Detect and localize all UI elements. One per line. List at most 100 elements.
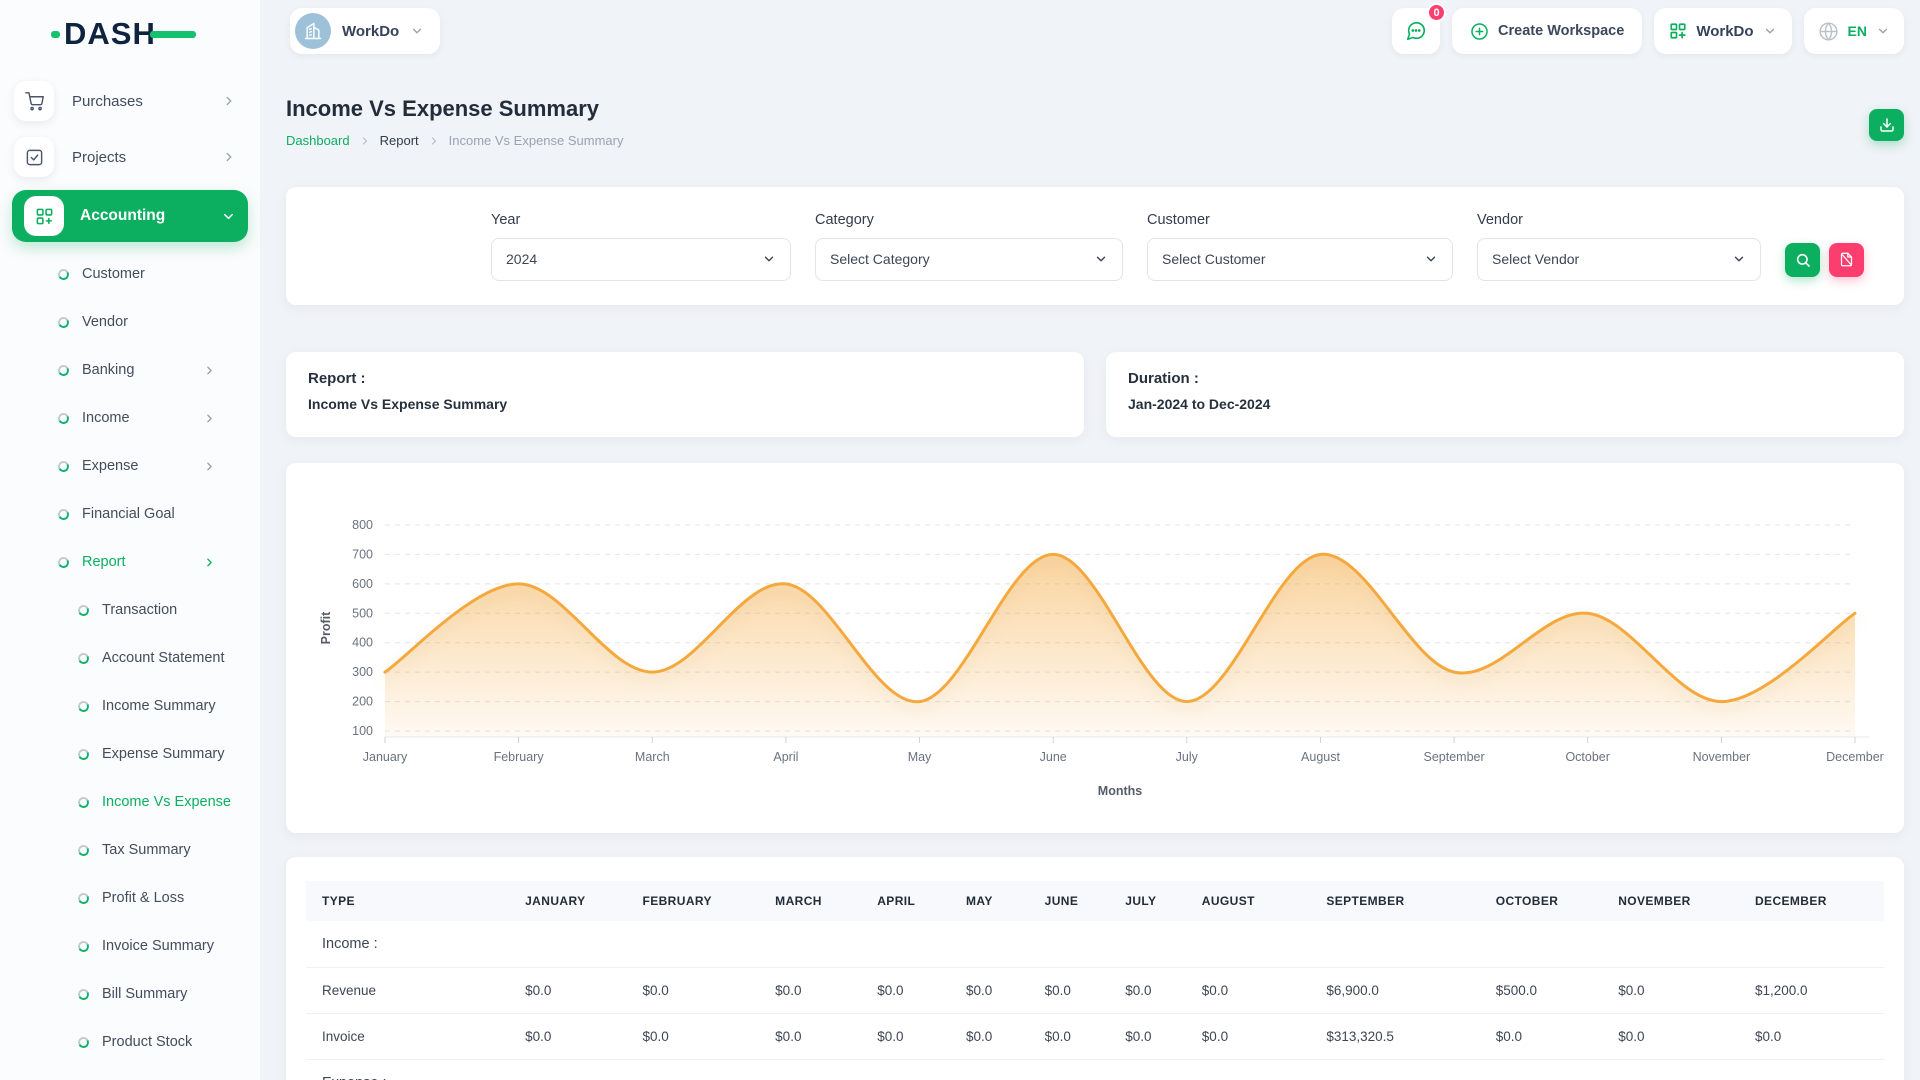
sidebar-item-label: Accounting — [80, 207, 165, 225]
bullet-icon — [57, 507, 71, 521]
sidebar-subitem-bill-summary[interactable]: Bill Summary — [14, 970, 246, 1018]
sidebar-subitem-vendor[interactable]: Vendor — [14, 298, 246, 346]
account-menu-label: WorkDo — [1696, 23, 1753, 40]
duration-summary-card: Duration : Jan-2024 to Dec-2024 — [1106, 352, 1904, 437]
category-label: Category — [815, 212, 1123, 228]
logo-dash — [150, 31, 196, 38]
bullet-icon — [77, 603, 91, 617]
sidebar-subitem-expense[interactable]: Expense — [14, 442, 246, 490]
vendor-value: Select Vendor — [1492, 251, 1579, 267]
chevron-down-icon — [410, 24, 424, 38]
chevron-right-icon — [428, 135, 440, 147]
svg-text:September: September — [1424, 750, 1485, 764]
sidebar-subitem-product-stock[interactable]: Product Stock — [14, 1018, 246, 1066]
main-content: Income Vs Expense Summary Dashboard Repo… — [260, 62, 1920, 1080]
svg-text:700: 700 — [352, 547, 373, 561]
topbar: WorkDo 0 Create Workspace WorkDo EN — [260, 0, 1920, 62]
svg-text:Months: Months — [1098, 784, 1142, 798]
sidebar-subitem-transaction[interactable]: Transaction — [14, 586, 246, 634]
table-row-revenue: Revenue$0.0$0.0$0.0$0.0$0.0$0.0$0.0$0.0$… — [306, 968, 1884, 1014]
bullet-icon — [77, 795, 91, 809]
breadcrumb-report[interactable]: Report — [380, 133, 419, 148]
notifications-button[interactable]: 0 — [1392, 8, 1440, 54]
column-header-type: TYPE — [306, 881, 509, 921]
breadcrumb-dashboard[interactable]: Dashboard — [286, 133, 350, 148]
sidebar-subitem-financial-goal[interactable]: Financial Goal — [14, 490, 246, 538]
workspace-name: WorkDo — [342, 23, 399, 40]
vendor-label: Vendor — [1477, 212, 1761, 228]
workspace-avatar — [295, 13, 331, 49]
sidebar-item-label: Purchases — [72, 93, 143, 110]
svg-text:100: 100 — [352, 724, 373, 738]
workspace-switcher[interactable]: WorkDo — [290, 8, 440, 54]
chevron-down-icon — [1424, 252, 1438, 266]
filter-vendor: Vendor Select Vendor — [1477, 212, 1761, 281]
bullet-icon — [77, 939, 91, 953]
language-selector[interactable]: EN — [1804, 8, 1904, 54]
sidebar-subitem-cash-flow[interactable]: Cash Flow — [14, 1066, 246, 1080]
bullet-icon — [77, 843, 91, 857]
sidebar-subitem-income[interactable]: Income — [14, 394, 246, 442]
sidebar-subitem-tax-summary[interactable]: Tax Summary — [14, 826, 246, 874]
svg-text:October: October — [1565, 750, 1609, 764]
customer-value: Select Customer — [1162, 251, 1265, 267]
notification-badge: 0 — [1427, 3, 1446, 22]
download-icon — [1879, 117, 1895, 133]
sidebar-subitem-invoice-summary[interactable]: Invoice Summary — [14, 922, 246, 970]
vendor-select[interactable]: Select Vendor — [1477, 238, 1761, 281]
column-header-january: JANUARY — [509, 881, 626, 921]
chevron-right-icon — [222, 150, 236, 164]
sidebar-subitem-profit-loss[interactable]: Profit & Loss — [14, 874, 246, 922]
bullet-icon — [77, 699, 91, 713]
sidebar-subitem-customer[interactable]: Customer — [14, 250, 246, 298]
table-header-row: TYPEJANUARYFEBRUARYMARCHAPRILMAYJUNEJULY… — [306, 881, 1884, 921]
chevron-down-icon — [221, 209, 236, 224]
summary-cards: Report : Income Vs Expense Summary Durat… — [286, 352, 1904, 437]
bullet-icon — [77, 1035, 91, 1049]
svg-text:800: 800 — [352, 518, 373, 532]
table-row-invoice: Invoice$0.0$0.0$0.0$0.0$0.0$0.0$0.0$0.0$… — [306, 1014, 1884, 1060]
globe-icon — [1818, 21, 1839, 42]
filter-customer: Customer Select Customer — [1147, 212, 1453, 281]
column-header-october: OCTOBER — [1480, 881, 1602, 921]
sidebar-item-projects[interactable]: Projects — [14, 134, 246, 180]
sidebar-item-label: Projects — [72, 149, 126, 166]
sidebar-item-purchases[interactable]: Purchases — [14, 78, 246, 124]
apply-filter-button[interactable] — [1785, 243, 1820, 277]
sidebar-subitem-banking[interactable]: Banking — [14, 346, 246, 394]
download-button[interactable] — [1869, 109, 1904, 141]
year-select[interactable]: 2024 — [491, 238, 791, 281]
column-header-may: MAY — [950, 881, 1029, 921]
sidebar-subitem-income-summary[interactable]: Income Summary — [14, 682, 246, 730]
category-select[interactable]: Select Category — [815, 238, 1123, 281]
chevron-right-icon — [222, 94, 236, 108]
sidebar-subitem-report[interactable]: Report — [14, 538, 246, 586]
report-card-value: Income Vs Expense Summary — [308, 396, 1062, 412]
chat-bubble-icon — [1405, 20, 1427, 42]
filter-actions — [1785, 211, 1864, 281]
reset-filter-button[interactable] — [1829, 243, 1864, 277]
sidebar-subitem-account-statement[interactable]: Account Statement — [14, 634, 246, 682]
column-header-march: MARCH — [759, 881, 861, 921]
bullet-icon — [77, 651, 91, 665]
app-logo[interactable]: DASH — [64, 16, 156, 52]
search-icon — [1795, 252, 1811, 268]
column-header-june: JUNE — [1029, 881, 1110, 921]
customer-select[interactable]: Select Customer — [1147, 238, 1453, 281]
accounting-grid-icon — [24, 196, 64, 236]
column-header-august: AUGUST — [1186, 881, 1311, 921]
svg-text:May: May — [908, 750, 932, 764]
chevron-down-icon — [1876, 24, 1890, 38]
sidebar-subitem-income-vs-expense[interactable]: Income Vs Expense — [14, 778, 246, 826]
income-expense-table: TYPEJANUARYFEBRUARYMARCHAPRILMAYJUNEJULY… — [306, 881, 1884, 1080]
svg-text:200: 200 — [352, 695, 373, 709]
sidebar-subitem-expense-summary[interactable]: Expense Summary — [14, 730, 246, 778]
page-head: Income Vs Expense Summary Dashboard Repo… — [286, 96, 1904, 148]
create-workspace-button[interactable]: Create Workspace — [1452, 8, 1642, 54]
bullet-icon — [77, 891, 91, 905]
svg-text:June: June — [1040, 750, 1067, 764]
sidebar-item-accounting[interactable]: Accounting — [12, 190, 248, 242]
account-menu[interactable]: WorkDo — [1654, 8, 1791, 54]
svg-text:March: March — [635, 750, 670, 764]
breadcrumb: Dashboard Report Income Vs Expense Summa… — [286, 133, 624, 148]
